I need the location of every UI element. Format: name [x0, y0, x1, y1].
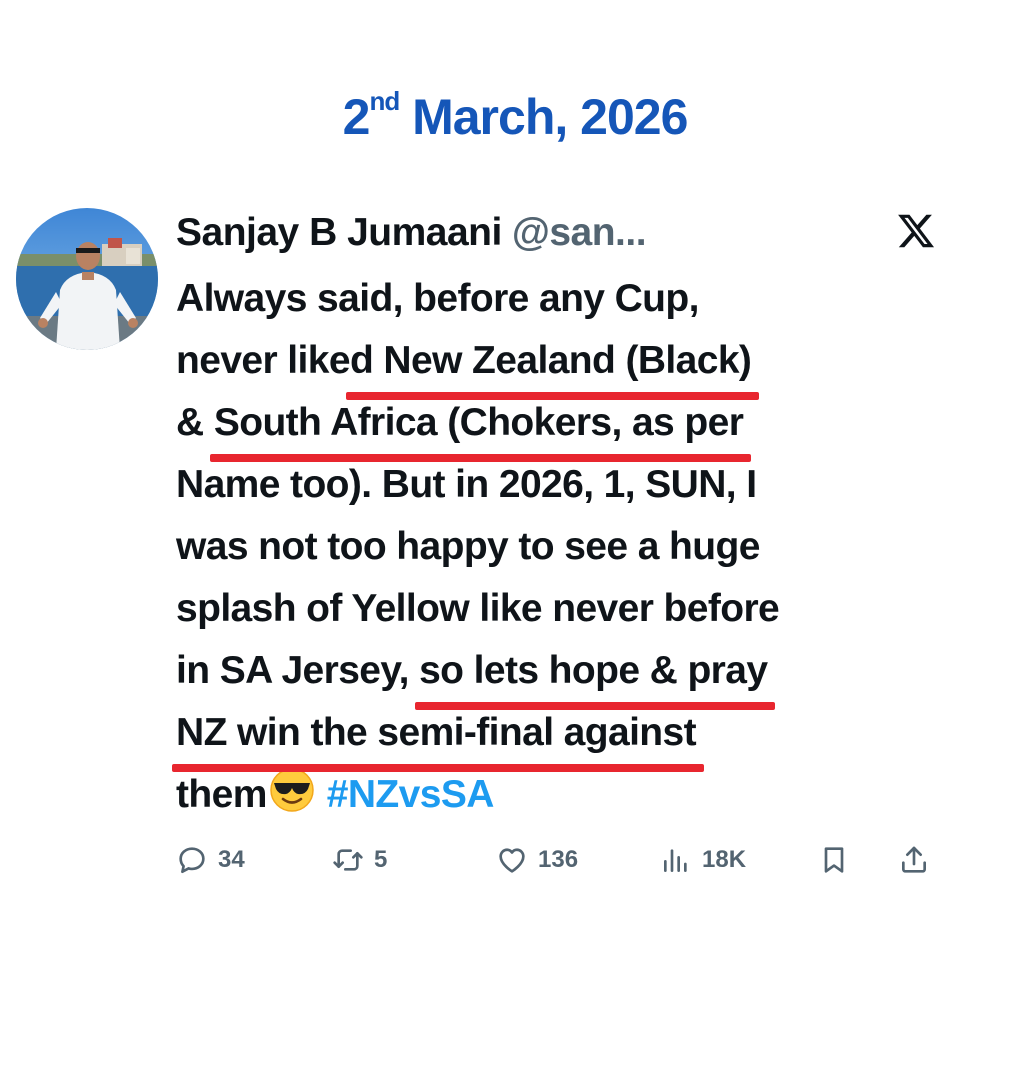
smiling-face-with-sunglasses-icon: [269, 767, 315, 813]
tweet-header: Sanjay B Jumaani @san...: [176, 208, 647, 258]
x-logo-icon[interactable]: [896, 211, 936, 251]
views-icon: [664, 849, 687, 872]
like-button[interactable]: 136: [496, 838, 578, 882]
highlighted-text: d New Zealand (Black): [345, 330, 760, 400]
views-button[interactable]: 18K: [660, 838, 746, 882]
tweet-line: Always said, before any Cup,: [176, 277, 699, 320]
tweet-line: NZ win the semi-final against: [171, 702, 946, 772]
tweet-line: was not too happy to see a huge: [176, 525, 760, 568]
tweet-line: in SA Jersey, so lets hope & pray: [176, 640, 946, 710]
tweet-text: Always said, before any Cup, never liked…: [171, 268, 946, 826]
hashtag-link[interactable]: #NZvsSA: [327, 773, 495, 816]
tweet-line: splash of Yellow like never before: [176, 587, 780, 630]
author-handle[interactable]: @san...: [512, 211, 647, 255]
action-bar: 34 5 136 18K: [176, 838, 946, 882]
views-count: 18K: [702, 846, 747, 873]
highlighted-text: so lets hope & pray: [415, 640, 776, 710]
heart-icon: [499, 848, 525, 873]
repost-button[interactable]: 5: [332, 838, 387, 882]
bookmark-icon: [824, 847, 844, 873]
tweet-line: them #NZvsSA: [176, 764, 946, 826]
repost-count: 5: [374, 846, 388, 873]
date-ordinal-suffix: nd: [369, 86, 400, 117]
highlighted-text: South Africa (Chokers, as per: [209, 392, 752, 462]
date-month-year: March, 2026: [399, 89, 688, 145]
highlighted-text: NZ win the semi-final against: [171, 702, 705, 772]
reply-button[interactable]: 34: [176, 838, 245, 882]
bookmark-button[interactable]: [818, 838, 860, 882]
like-count: 136: [538, 846, 579, 873]
tweet-line: Name too). But in 2026, 1, SUN, I: [176, 463, 757, 506]
reply-icon: [179, 847, 205, 874]
author-name[interactable]: Sanjay B Jumaani: [176, 211, 502, 255]
date-day: 2: [342, 89, 371, 145]
share-icon: [902, 846, 926, 873]
share-button[interactable]: [898, 838, 940, 882]
repost-icon: [333, 849, 363, 871]
date-heading: 2nd March, 2026: [0, 88, 1030, 146]
avatar[interactable]: [16, 208, 158, 350]
tweet-line: never liked New Zealand (Black): [176, 330, 946, 400]
tweet-line: & South Africa (Chokers, as per: [176, 392, 946, 462]
reply-count: 34: [218, 846, 245, 873]
